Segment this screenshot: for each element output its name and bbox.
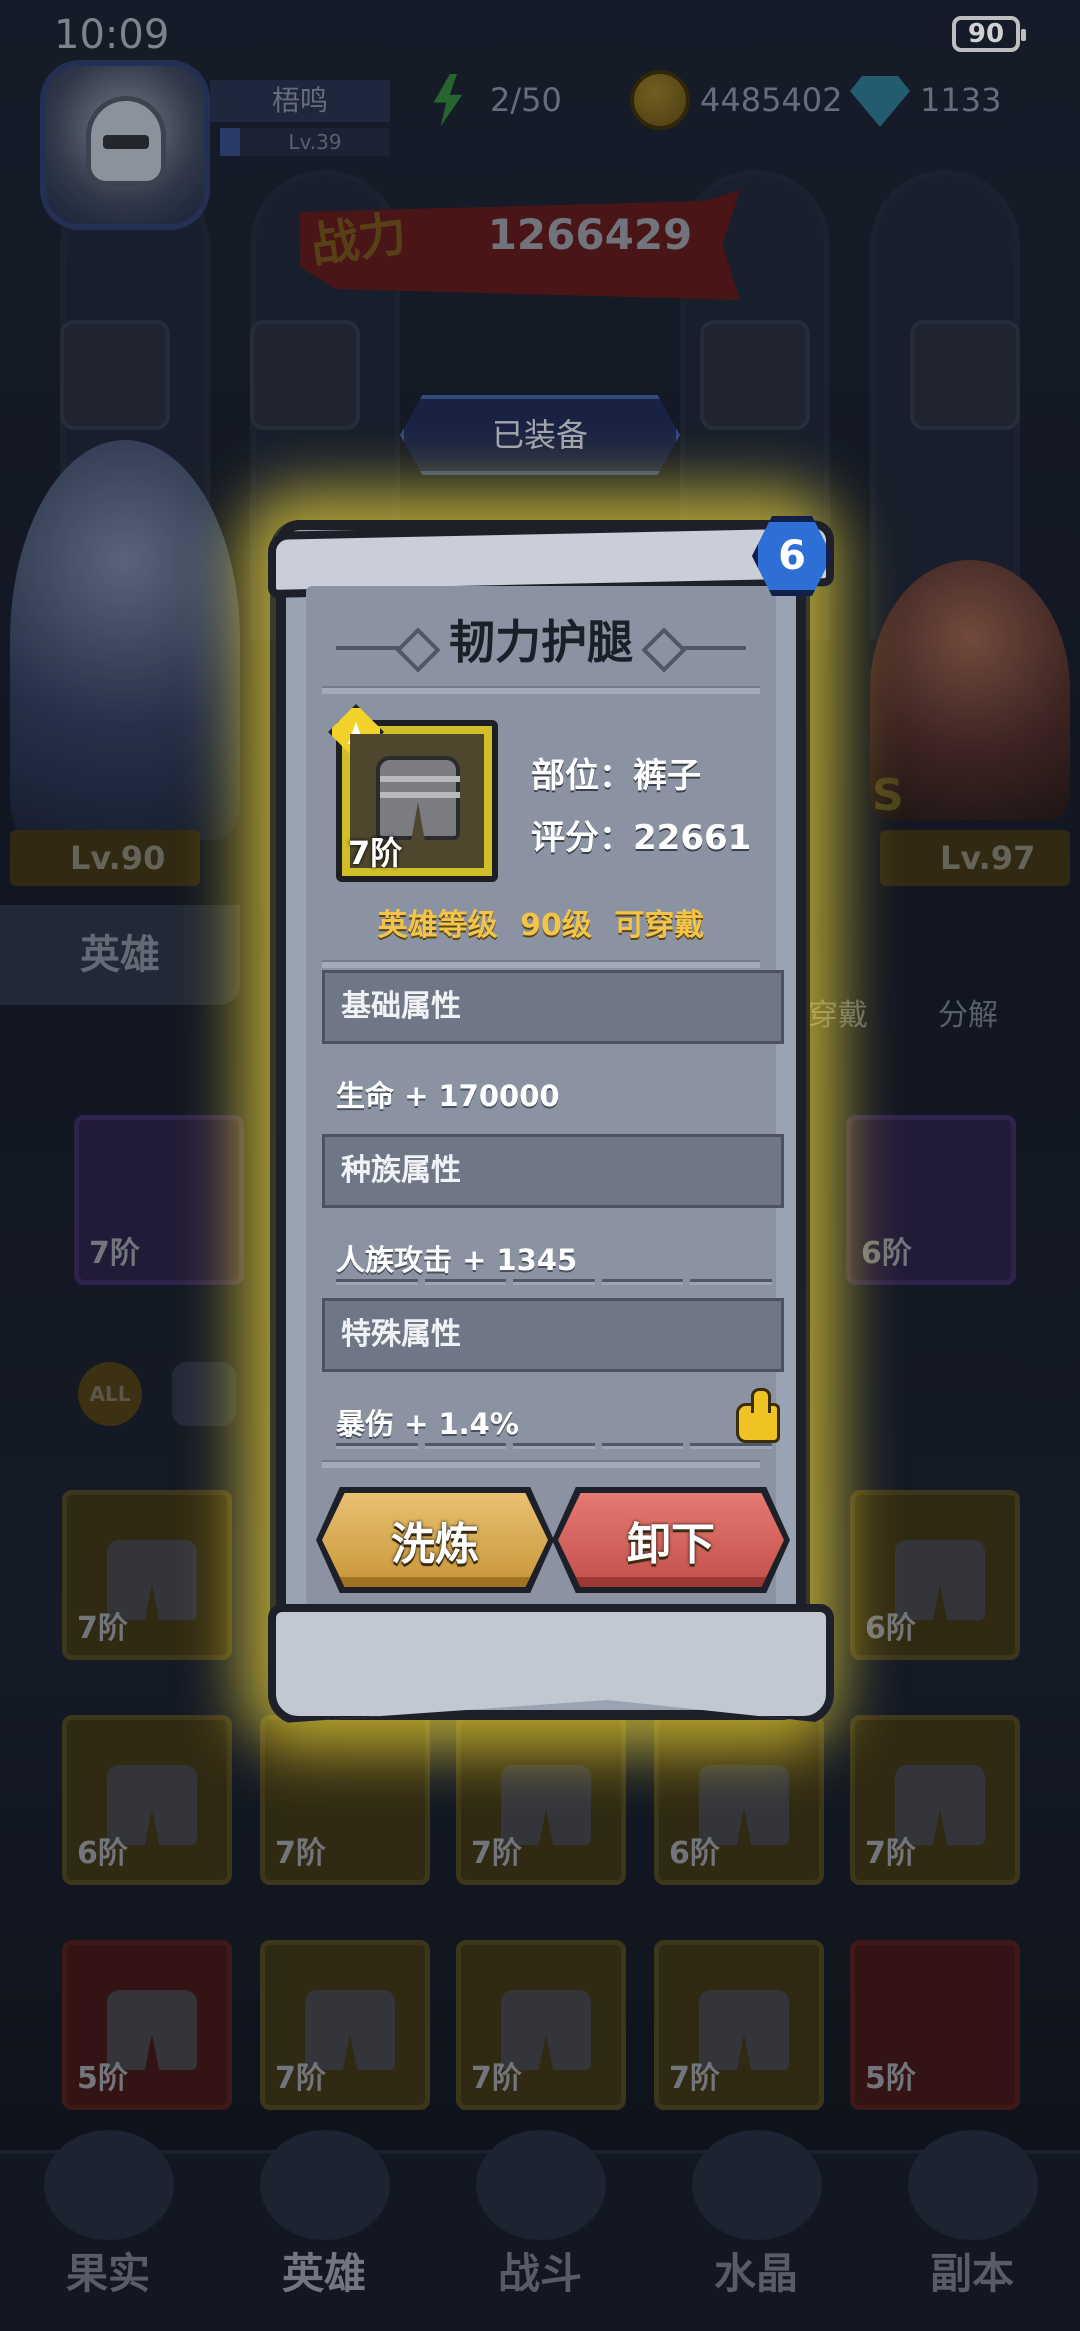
thumbs-up-icon: [736, 1388, 780, 1443]
item-tier: 7阶: [348, 834, 403, 872]
section-base-attributes: 基础属性: [322, 970, 784, 1044]
refine-button[interactable]: 洗炼: [322, 1493, 548, 1587]
item-icon: 7阶: [328, 704, 498, 882]
item-title: 韧力护腿: [449, 615, 633, 669]
equip-requirement: 英雄等级 90级 可穿戴: [306, 900, 776, 944]
race-attribute: 人族攻击 + 1345: [336, 1243, 578, 1277]
item-detail-modal: 韧力护腿 6 7阶 部位：裤子 评分：22661 英雄等级 90级 可穿戴 基础…: [268, 516, 834, 1724]
modal-scroll-bottom: [268, 1604, 834, 1724]
modal-title-row: 韧力护腿: [306, 586, 776, 686]
divider: [322, 686, 760, 694]
divider: [322, 1460, 760, 1468]
special-attribute-slots: [336, 1443, 772, 1451]
section-race-attributes: 种族属性: [322, 1134, 784, 1208]
item-score: 评分：22661: [531, 818, 752, 858]
unequip-button[interactable]: 卸下: [558, 1493, 784, 1587]
divider: [322, 960, 760, 968]
special-attribute: 暴伤 + 1.4%: [336, 1407, 519, 1441]
section-special-attributes: 特殊属性: [322, 1298, 784, 1372]
requirement-level: 90级: [520, 908, 592, 943]
requirement-status: 可穿戴: [614, 908, 705, 943]
race-attribute-slots: [336, 1279, 772, 1287]
title-ornament-right: [656, 646, 746, 650]
item-slot: 部位：裤子: [531, 756, 701, 796]
requirement-label: 英雄等级: [377, 908, 498, 943]
base-attribute: 生命 + 170000: [336, 1079, 560, 1113]
